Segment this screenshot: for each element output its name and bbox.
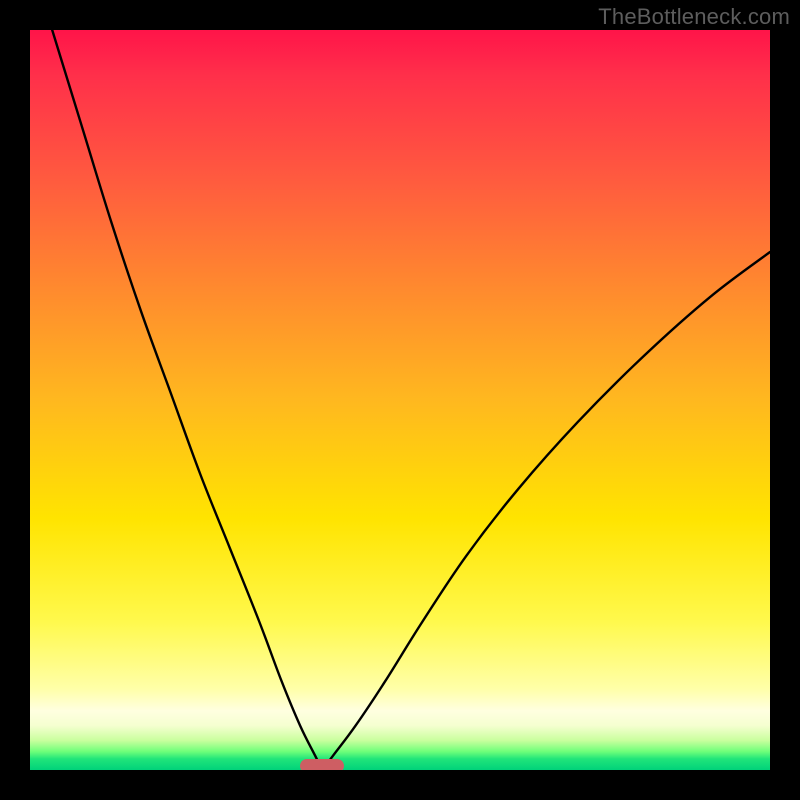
bottleneck-marker <box>300 759 344 770</box>
outer-frame: TheBottleneck.com <box>0 0 800 800</box>
plot-area <box>30 30 770 770</box>
watermark-text: TheBottleneck.com <box>598 4 790 30</box>
gradient-background <box>30 30 770 770</box>
